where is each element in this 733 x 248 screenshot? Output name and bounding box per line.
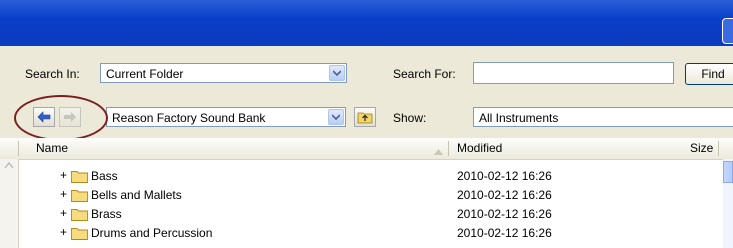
- search-in-dropdown[interactable]: Current Folder: [100, 63, 347, 83]
- show-value: All Instruments: [479, 111, 559, 125]
- show-dropdown[interactable]: All Instruments: [473, 107, 733, 127]
- show-label: Show:: [393, 111, 427, 125]
- column-header-size[interactable]: Size: [690, 141, 713, 155]
- expand-icon[interactable]: +: [60, 206, 67, 220]
- vertical-scrollbar[interactable]: [723, 159, 733, 248]
- expand-icon[interactable]: +: [60, 225, 67, 239]
- list-header: Name Modified Size: [0, 138, 733, 160]
- find-button-label: Find: [701, 67, 725, 81]
- column-separator[interactable]: [448, 141, 449, 156]
- find-button[interactable]: Find: [685, 63, 733, 85]
- search-in-value: Current Folder: [106, 67, 184, 81]
- expand-icon[interactable]: +: [60, 168, 67, 182]
- file-list: Name Modified Size + Bass 2010-02-12 16:…: [0, 138, 733, 248]
- chevron-down-icon[interactable]: [329, 65, 345, 81]
- list-item[interactable]: + Drums and Percussion 2010-02-12 16:26: [0, 223, 733, 242]
- list-item-name: Drums and Percussion: [91, 226, 213, 240]
- column-header-modified[interactable]: Modified: [457, 141, 502, 155]
- location-dropdown[interactable]: Reason Factory Sound Bank: [106, 107, 346, 127]
- list-item-name: Bass: [91, 169, 118, 183]
- sort-triangle-icon: [434, 144, 443, 158]
- list-item-modified: 2010-02-12 16:26: [457, 226, 552, 240]
- search-for-label: Search For:: [393, 67, 456, 81]
- folder-icon: [71, 209, 88, 221]
- list-item-modified: 2010-02-12 16:26: [457, 169, 552, 183]
- up-folder-icon: [357, 112, 373, 124]
- list-item[interactable]: + Brass 2010-02-12 16:26: [0, 204, 733, 223]
- folder-icon: [71, 228, 88, 240]
- column-separator[interactable]: [18, 141, 19, 156]
- search-for-input[interactable]: [473, 62, 674, 84]
- list-item[interactable]: + Bells and Mallets 2010-02-12 16:26: [0, 185, 733, 204]
- list-item[interactable]: + Bass 2010-02-12 16:26: [0, 166, 733, 185]
- column-header-name[interactable]: Name: [36, 141, 68, 155]
- window-titlebar[interactable]: [0, 0, 733, 46]
- expand-icon[interactable]: +: [60, 187, 67, 201]
- window-control-button[interactable]: [722, 18, 733, 44]
- column-separator[interactable]: [718, 141, 719, 156]
- search-in-label: Search In:: [25, 67, 80, 81]
- highlight-annotation-circle: [14, 95, 108, 141]
- list-item-name: Bells and Mallets: [91, 188, 182, 202]
- up-folder-button[interactable]: [354, 107, 376, 127]
- location-value: Reason Factory Sound Bank: [112, 111, 266, 125]
- list-item-name: Brass: [91, 207, 122, 221]
- chevron-down-icon[interactable]: [328, 109, 344, 125]
- folder-icon: [71, 171, 88, 183]
- scrollbar-thumb[interactable]: [723, 161, 733, 183]
- list-item-modified: 2010-02-12 16:26: [457, 207, 552, 221]
- list-item-modified: 2010-02-12 16:26: [457, 188, 552, 202]
- folder-icon: [71, 190, 88, 202]
- browser-toolbar: Search In: Current Folder Search For: Fi…: [0, 46, 733, 138]
